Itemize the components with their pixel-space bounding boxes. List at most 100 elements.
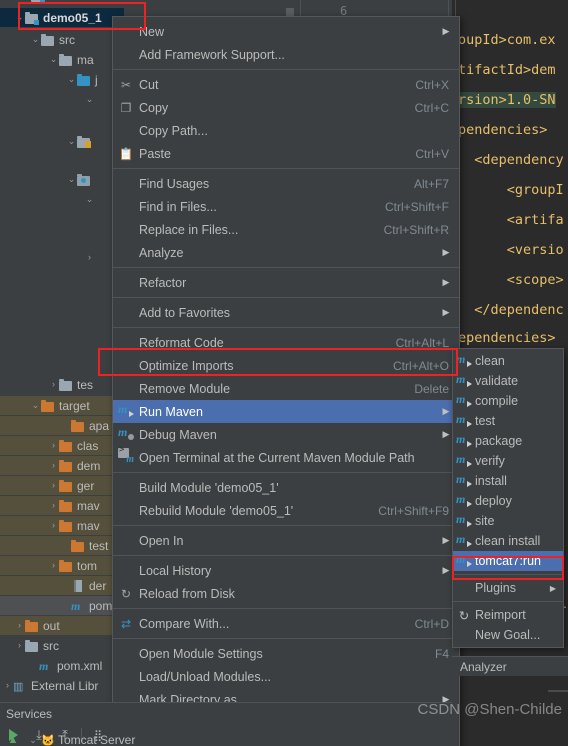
menu-item-replace-in-files[interactable]: Replace in Files... Ctrl+Shift+R (113, 218, 459, 241)
tree-row-resources[interactable]: ⌄ (0, 132, 124, 151)
menu-item-new[interactable]: New ▶ (113, 20, 459, 43)
menu-item-reformat-code[interactable]: Reformat Code Ctrl+Alt+L (113, 331, 459, 354)
tree-row-apache[interactable]: apa (0, 416, 124, 435)
menu-item-debug-maven[interactable]: m Debug Maven ▶ (113, 423, 459, 446)
submenu-item-test[interactable]: m test (453, 411, 563, 431)
tree-row-demo05_1[interactable]: ⌄ demo05_1 (0, 8, 124, 27)
project-tree[interactable]: ⌄ ⌄ demo05_1 ⌄ src ⌄ ma ⌄ j ⌄ (0, 0, 124, 702)
menu-item-remove-module[interactable]: Remove Module Delete (113, 377, 459, 400)
menu-item-compare-with[interactable]: ⇄ Compare With... Ctrl+D (113, 612, 459, 635)
chevron-right-icon[interactable]: › (48, 516, 59, 535)
chevron-down-icon[interactable]: ⌄ (30, 30, 41, 49)
services-tool-window-tab[interactable]: Services (0, 702, 452, 724)
chevron-down-icon[interactable]: ⌄ (26, 735, 40, 746)
chevron-right-icon: ▶ (442, 535, 450, 545)
analyzer-tool-label[interactable]: Analyzer (452, 656, 568, 676)
menu-item-build-module[interactable]: Build Module 'demo05_1' (113, 476, 459, 499)
submenu-item-compile[interactable]: m compile (453, 391, 563, 411)
menu-item-optimize-imports[interactable]: Optimize Imports Ctrl+Alt+O (113, 354, 459, 377)
chevron-down-icon[interactable]: ⌄ (20, 0, 31, 5)
menu-item-copy-path[interactable]: Copy Path... (113, 119, 459, 142)
menu-item-analyze[interactable]: Analyze ▶ (113, 241, 459, 264)
submenu-item-install[interactable]: m install (453, 471, 563, 491)
menu-item-load-unload-modules[interactable]: Load/Unload Modules... (113, 665, 459, 688)
tree-row-test-target[interactable]: test (0, 536, 124, 555)
folder-icon (71, 539, 85, 553)
submenu-item-verify[interactable]: m verify (453, 451, 563, 471)
menu-item-cut[interactable]: ✂ Cut Ctrl+X (113, 73, 459, 96)
tree-row-out[interactable]: › out (0, 616, 124, 635)
chevron-down-icon[interactable]: ⌄ (84, 190, 95, 209)
submenu-item-site[interactable]: m site (453, 511, 563, 531)
project-context-menu[interactable]: New ▶ Add Framework Support... ✂ Cut Ctr… (112, 16, 460, 746)
submenu-item-clean-install[interactable]: m clean install (453, 531, 563, 551)
submenu-item-clean[interactable]: m clean (453, 351, 563, 371)
tree-row[interactable]: ⌄ (0, 90, 124, 109)
chevron-right-icon[interactable]: › (48, 375, 59, 394)
chevron-right-icon[interactable]: › (48, 556, 59, 575)
tree-row[interactable]: › (0, 248, 124, 267)
run-maven-submenu[interactable]: m clean m validate m compile m test m pa… (452, 348, 564, 648)
chevron-down-icon[interactable]: ⌄ (66, 132, 77, 151)
submenu-item-label: install (475, 474, 507, 488)
chevron-right-icon[interactable]: › (48, 496, 59, 515)
menu-item-reload-from-disk[interactable]: ↻ Reload from Disk (113, 582, 459, 605)
chevron-right-icon[interactable]: › (48, 436, 59, 455)
chevron-right-icon[interactable]: › (2, 676, 13, 695)
tree-row-target[interactable]: ⌄ target (0, 396, 124, 415)
services-tomcat-node[interactable]: ▲ ⌄ 🐱 Tomcat Server (0, 732, 452, 746)
tree-row[interactable]: ⌄ (0, 0, 124, 5)
chevron-down-icon[interactable]: ⌄ (48, 50, 59, 69)
tree-row-test[interactable]: › tes (0, 375, 124, 394)
menu-item-find-usages[interactable]: Find Usages Alt+F7 (113, 172, 459, 195)
menu-item-open-terminal-maven[interactable]: m Open Terminal at the Current Maven Mod… (113, 445, 459, 469)
tree-row-demo[interactable]: › dem (0, 456, 124, 475)
submenu-item-package[interactable]: m package (453, 431, 563, 451)
submenu-item-deploy[interactable]: m deploy (453, 491, 563, 511)
code-line-highlighted: rsion>1.0-SN (458, 92, 556, 108)
tree-row-main[interactable]: ⌄ ma (0, 50, 124, 69)
menu-item-add-framework-support[interactable]: Add Framework Support... (113, 43, 459, 66)
menu-item-open-in[interactable]: Open In ▶ (113, 529, 459, 552)
tree-row-maven1[interactable]: › mav (0, 496, 124, 515)
tree-row-generated[interactable]: › ger (0, 476, 124, 495)
menu-item-copy[interactable]: ❐ Copy Ctrl+C (113, 96, 459, 119)
tree-row-maven2[interactable]: › mav (0, 516, 124, 535)
menu-item-paste[interactable]: 📋 Paste Ctrl+V (113, 142, 459, 165)
tree-row-webapp[interactable]: ⌄ (0, 170, 124, 189)
folder-icon (59, 479, 73, 493)
submenu-item-plugins[interactable]: Plugins ▶ (453, 578, 563, 598)
chevron-right-icon[interactable]: › (84, 248, 95, 267)
chevron-right-icon[interactable]: › (14, 636, 25, 655)
tree-row-src-root[interactable]: › src (0, 636, 124, 655)
tree-row-pom-target[interactable]: m pom.x (0, 596, 124, 615)
tree-row-tomcat[interactable]: › tom (0, 556, 124, 575)
chevron-down-icon[interactable]: ⌄ (30, 396, 41, 415)
tree-row-pom-xml[interactable]: m pom.xml (0, 656, 124, 675)
chevron-right-icon[interactable]: › (48, 476, 59, 495)
menu-item-open-module-settings[interactable]: Open Module Settings F4 (113, 642, 459, 665)
tree-row-classes[interactable]: › clas (0, 436, 124, 455)
chevron-right-icon[interactable]: › (48, 456, 59, 475)
menu-item-rebuild-module[interactable]: Rebuild Module 'demo05_1' Ctrl+Shift+F9 (113, 499, 459, 522)
chevron-down-icon[interactable]: ⌄ (14, 8, 25, 27)
chevron-down-icon[interactable]: ⌄ (66, 170, 77, 189)
submenu-item-validate[interactable]: m validate (453, 371, 563, 391)
tree-row-src[interactable]: ⌄ src (0, 30, 124, 49)
menu-item-add-to-favorites[interactable]: Add to Favorites ▶ (113, 301, 459, 324)
menu-item-run-maven[interactable]: m Run Maven ▶ (113, 400, 459, 423)
tree-row-external-libraries[interactable]: › ▥ External Libr (0, 676, 124, 695)
submenu-item-reimport[interactable]: ↻ Reimport (453, 605, 563, 625)
submenu-item-new-goal[interactable]: New Goal... (453, 625, 563, 645)
menu-item-local-history[interactable]: Local History ▶ (113, 559, 459, 582)
menu-item-find-in-files[interactable]: Find in Files... Ctrl+Shift+F (113, 195, 459, 218)
tree-row-java[interactable]: ⌄ j (0, 70, 124, 89)
chevron-right-icon: ▶ (442, 277, 450, 287)
tree-row-war[interactable]: der (0, 576, 124, 595)
menu-item-refactor[interactable]: Refactor ▶ (113, 271, 459, 294)
chevron-right-icon[interactable]: › (14, 616, 25, 635)
chevron-down-icon[interactable]: ⌄ (66, 70, 77, 89)
submenu-item-tomcat7-run[interactable]: m tomcat7:run (453, 551, 563, 571)
chevron-down-icon[interactable]: ⌄ (84, 90, 95, 109)
tree-row[interactable]: ⌄ (0, 190, 124, 209)
